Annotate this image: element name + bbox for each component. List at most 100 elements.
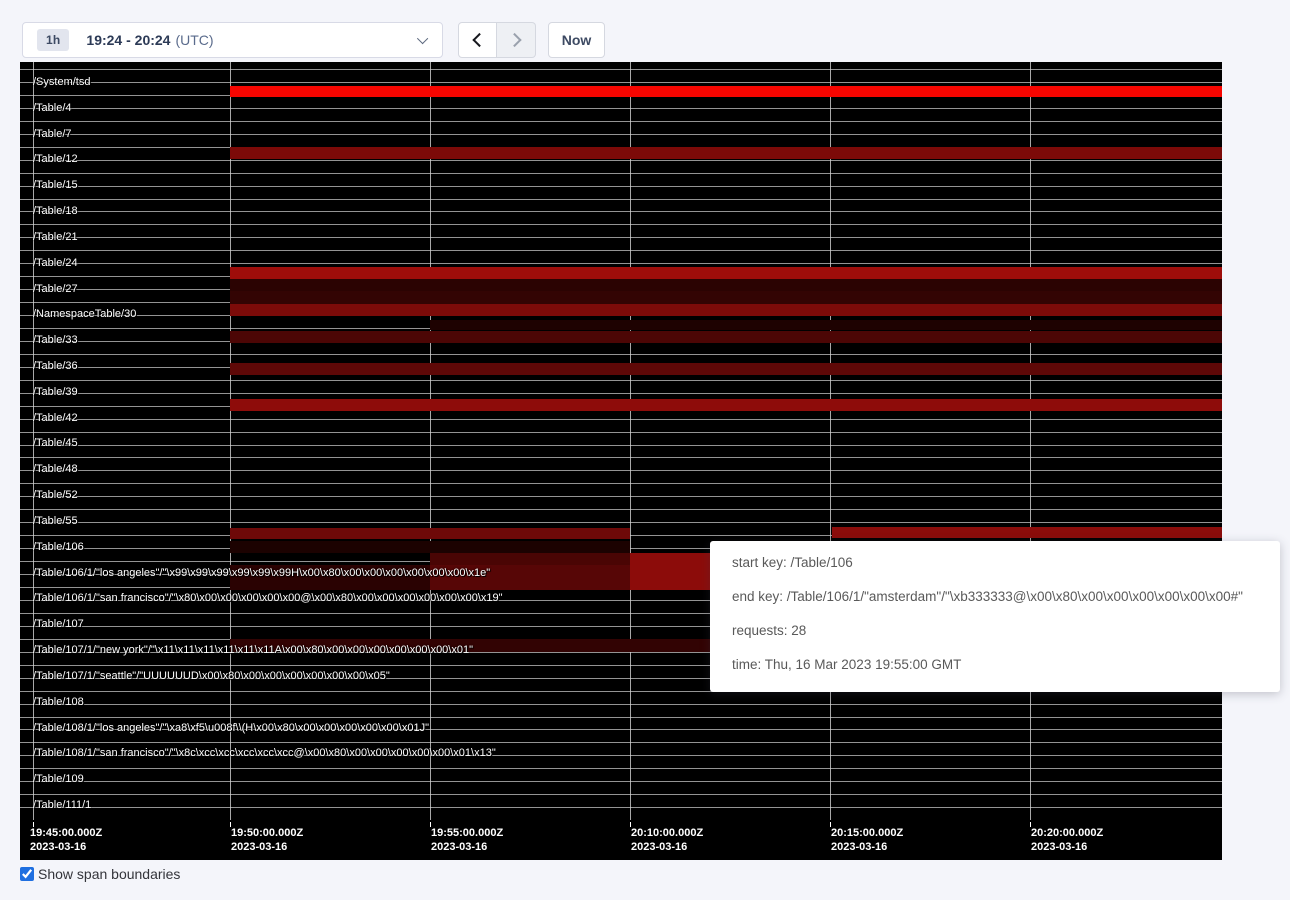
hover-tooltip: start key: /Table/106 end key: /Table/10… xyxy=(710,541,1280,692)
row-key-label: /Table/52 xyxy=(33,489,78,502)
show-span-boundaries-label: Show span boundaries xyxy=(38,866,180,882)
span-boundary-line xyxy=(20,69,1222,70)
span-boundary-line xyxy=(20,704,1222,705)
time-bucket-line xyxy=(1030,62,1031,820)
span-boundary-line xyxy=(20,173,1222,174)
span-boundary-line xyxy=(20,121,1222,122)
span-boundary-line xyxy=(20,768,1222,769)
time-nav-group xyxy=(458,22,536,58)
span-boundary-line xyxy=(20,160,1222,161)
span-boundary-line xyxy=(20,393,1222,394)
heat-band xyxy=(430,553,630,565)
span-boundary-line xyxy=(20,134,1222,135)
row-key-label: /Table/45 xyxy=(33,437,78,450)
span-boundary-line xyxy=(20,237,1222,238)
heat-band xyxy=(832,527,1222,538)
tooltip-start-key: start key: /Table/106 xyxy=(732,556,1280,570)
row-key-label: /Table/107 xyxy=(33,618,84,631)
chevron-right-icon xyxy=(508,33,522,47)
show-span-boundaries-checkbox[interactable] xyxy=(20,867,34,881)
span-boundary-line xyxy=(20,380,1222,381)
span-boundary-line xyxy=(20,82,1222,83)
now-button[interactable]: Now xyxy=(548,22,605,58)
span-boundary-line xyxy=(20,108,1222,109)
span-boundary-line xyxy=(20,496,1222,497)
span-boundary-line xyxy=(20,199,1222,200)
row-key-label: /NamespaceTable/30 xyxy=(33,308,136,321)
key-visualizer-heatmap[interactable]: /System/tsd/Table/4/Table/7/Table/12/Tab… xyxy=(20,62,1222,860)
tooltip-requests: requests: 28 xyxy=(732,624,1280,638)
time-axis: 19:45:00.000Z2023-03-16 19:50:00.000Z2023… xyxy=(20,822,1222,860)
row-key-label: /Table/111/1 xyxy=(33,799,91,812)
heat-band xyxy=(230,86,1222,97)
heat-band xyxy=(230,304,1222,316)
axis-time-label: 20:15:00.000Z2023-03-16 xyxy=(831,826,903,854)
row-key-label: /Table/39 xyxy=(33,386,78,399)
time-bucket-line xyxy=(630,62,631,820)
heat-band xyxy=(230,147,1222,159)
prev-range-button[interactable] xyxy=(458,22,497,58)
toolbar: 1h 19:24 - 20:24 (UTC) Now xyxy=(22,22,605,58)
time-range-label: 19:24 - 20:24 xyxy=(86,32,170,48)
row-key-label: /Table/108 xyxy=(33,696,84,709)
next-range-button[interactable] xyxy=(497,22,536,58)
axis-time-label: 19:45:00.000Z2023-03-16 xyxy=(30,826,102,854)
span-boundary-line xyxy=(20,522,1222,523)
span-boundary-line xyxy=(20,794,1222,795)
duration-badge: 1h xyxy=(37,29,69,51)
span-boundary-line xyxy=(20,445,1222,446)
heat-band xyxy=(230,279,1222,291)
tooltip-end-key: end key: /Table/106/1/"amsterdam"/"\xb33… xyxy=(732,590,1280,604)
span-boundary-line xyxy=(20,263,1222,264)
axis-time-label: 20:20:00.000Z2023-03-16 xyxy=(1031,826,1103,854)
time-bucket-line xyxy=(230,62,231,820)
span-boundary-line xyxy=(20,483,1222,484)
span-boundary-line xyxy=(20,250,1222,251)
row-key-label: /Table/12 xyxy=(33,153,78,166)
row-key-label: /Table/106/1/"san francisco"/"\x80\x00\x… xyxy=(33,592,503,605)
row-key-label: /Table/107/1/"new york"/"\x11\x11\x11\x1… xyxy=(33,644,473,657)
row-key-label: /Table/55 xyxy=(33,515,78,528)
row-key-label: /Table/106/1/"los angeles"/"\x99\x99\x99… xyxy=(33,567,490,580)
span-boundary-line xyxy=(20,470,1222,471)
span-boundary-line xyxy=(20,432,1222,433)
row-key-label: /Table/42 xyxy=(33,412,78,425)
heat-band xyxy=(430,320,1222,330)
row-key-label: /Table/33 xyxy=(33,334,78,347)
row-key-label: /Table/108/1/"los angeles"/"\xa8\xf5\u00… xyxy=(33,722,429,735)
axis-time-label: 19:55:00.000Z2023-03-16 xyxy=(431,826,503,854)
heat-band xyxy=(230,541,630,553)
span-boundary-line xyxy=(20,224,1222,225)
axis-time-label: 19:50:00.000Z2023-03-16 xyxy=(231,826,303,854)
span-boundary-line xyxy=(20,419,1222,420)
time-bucket-line xyxy=(830,62,831,820)
heat-band xyxy=(230,399,1222,411)
row-key-label: /Table/15 xyxy=(33,179,78,192)
row-key-label: /Table/7 xyxy=(33,128,72,141)
row-key-label: /Table/109 xyxy=(33,773,84,786)
span-boundary-line xyxy=(20,457,1222,458)
row-key-label: /Table/21 xyxy=(33,231,78,244)
span-boundary-line xyxy=(20,742,1222,743)
heat-band xyxy=(230,528,630,539)
time-bucket-line xyxy=(430,62,431,820)
span-boundary-line xyxy=(20,781,1222,782)
row-key-label: /Table/24 xyxy=(33,257,78,270)
row-key-label: /Table/48 xyxy=(33,463,78,476)
row-key-label: /Table/36 xyxy=(33,360,78,373)
span-boundary-line xyxy=(20,509,1222,510)
heat-band xyxy=(230,363,1222,375)
span-boundary-line xyxy=(20,211,1222,212)
row-key-label: /Table/4 xyxy=(33,102,72,115)
time-range-select[interactable]: 1h 19:24 - 20:24 (UTC) xyxy=(22,22,443,58)
chevron-left-icon xyxy=(472,33,486,47)
axis-time-label: 20:10:00.000Z2023-03-16 xyxy=(631,826,703,854)
tooltip-time: time: Thu, 16 Mar 2023 19:55:00 GMT xyxy=(732,658,1280,672)
heat-band xyxy=(230,291,1222,304)
heat-band xyxy=(230,331,1222,343)
timezone-label: (UTC) xyxy=(175,32,213,48)
row-key-label: /System/tsd xyxy=(33,76,90,89)
chevron-down-icon xyxy=(417,33,428,44)
row-key-label: /Table/107/1/"seattle"/"UUUUUUD\x00\x80\… xyxy=(33,670,390,683)
heat-band xyxy=(230,267,1222,279)
